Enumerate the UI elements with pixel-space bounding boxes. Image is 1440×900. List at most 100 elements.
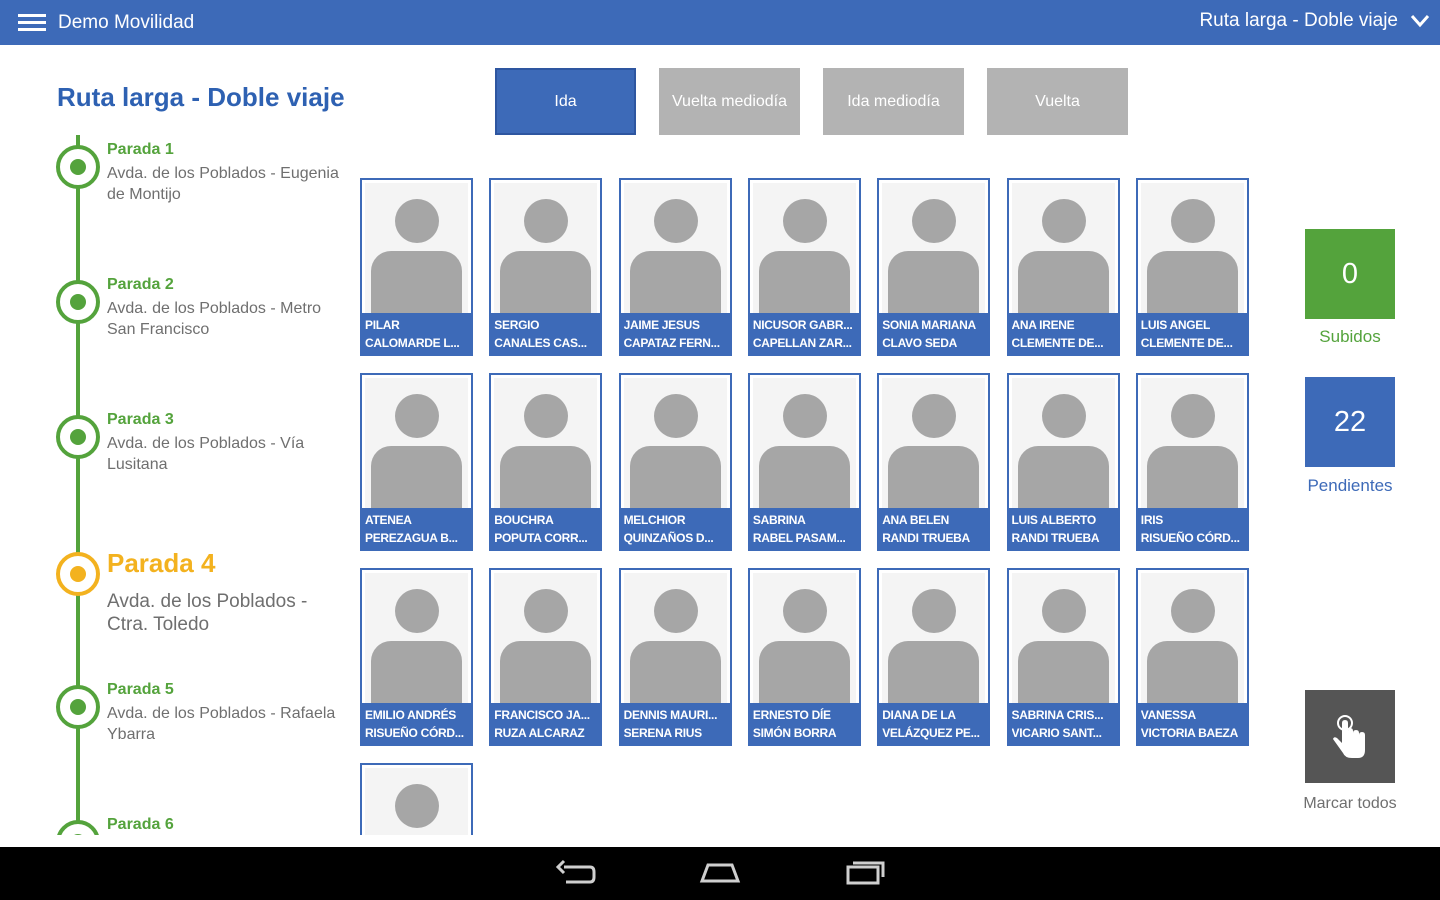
passenger-first-name: LUIS ANGEL — [1140, 318, 1211, 332]
passenger-first-name: ANA BELEN — [882, 513, 950, 527]
passenger-card[interactable]: ANA BELEN RANDI TRUEBA — [877, 373, 991, 551]
passenger-card[interactable]: MELCHIOR QUINZAÑOS D... — [618, 373, 732, 551]
app-bar: Demo Movilidad Ruta larga - Doble viaje — [0, 0, 1440, 45]
passenger-card[interactable]: FRANCISCO JA... RUZA ALCARAZ — [489, 568, 603, 746]
passenger-card[interactable]: LUIS ALBERTO RANDI TRUEBA — [1006, 373, 1120, 551]
passenger-card[interactable]: NICUSOR GABR... CAPELLAN ZAR... — [747, 178, 861, 356]
passenger-card[interactable]: EMILIO ANDRÉS RISUEÑO CÓRD... — [360, 568, 473, 746]
passenger-card[interactable]: ANA IRENE CLEMENTE DE... — [1006, 178, 1120, 356]
passenger-last-name: QUINZAÑOS D... — [623, 531, 714, 545]
passenger-card[interactable]: DENNIS MAURI... SERENA RIUS — [618, 568, 732, 746]
avatar-head — [912, 199, 957, 243]
back-icon[interactable] — [554, 857, 598, 889]
hand-pointer-icon — [1333, 714, 1365, 758]
avatar — [882, 378, 986, 508]
chevron-down-icon — [1410, 15, 1430, 28]
passenger-name: BOUCHRA POPUTA CORR... — [491, 508, 601, 549]
avatar-body — [758, 251, 850, 313]
passenger-first-name: IRIS — [1140, 513, 1163, 527]
passenger-last-name: RISUEÑO CÓRD... — [365, 726, 464, 740]
passenger-first-name: VANESSA — [1140, 708, 1196, 722]
stop-name: Parada 4 — [107, 548, 216, 578]
passenger-last-name: CAPELLAN ZAR... — [752, 336, 852, 350]
avatar-head — [782, 589, 827, 633]
passenger-first-name: SERGIO — [494, 318, 540, 332]
passenger-first-name: BOUCHRA — [494, 513, 554, 527]
avatar-body — [500, 251, 592, 313]
passenger-card[interactable]: DIANA DE LA VELÁZQUEZ PE... — [877, 568, 991, 746]
passenger-card[interactable]: IRIS RISUEÑO CÓRD... — [1135, 373, 1249, 551]
avatar — [365, 573, 468, 703]
avatar-body — [371, 641, 462, 703]
home-icon[interactable] — [698, 857, 742, 889]
avatar-head — [653, 589, 698, 633]
avatar-body — [371, 446, 462, 508]
stop-marker-icon — [56, 685, 100, 729]
passenger-last-name: CALOMARDE L... — [365, 336, 460, 350]
stop-name: Parada 2 — [107, 276, 174, 293]
avatar — [494, 183, 598, 313]
passenger-name: NICUSOR GABR... CAPELLAN ZAR... — [749, 313, 859, 354]
tab-vuelta-mediodia[interactable]: Vuelta mediodía — [659, 68, 800, 135]
passenger-card[interactable]: PILAR CALOMARDE L... — [360, 178, 473, 356]
passenger-name: PILAR CALOMARDE L... — [362, 313, 471, 354]
stop-address: Avda. de los Poblados - Vía Lusitana — [107, 435, 305, 473]
avatar — [1140, 183, 1244, 313]
passenger-card[interactable]: ATENEA PEREZAGUA B... — [360, 373, 473, 551]
passenger-card[interactable]: SABRINA CRIS... VICARIO SANT... — [1006, 568, 1120, 746]
route-selector[interactable]: Ruta larga - Doble viaje — [1199, 10, 1430, 32]
passenger-name: SERGIO CANALES CAS... — [491, 313, 601, 354]
avatar-head — [782, 394, 827, 438]
avatar-head — [782, 199, 827, 243]
passenger-last-name: RISUEÑO CÓRD... — [1140, 531, 1240, 545]
passenger-first-name: DIANA DE LA — [882, 708, 956, 722]
avatar — [365, 768, 468, 835]
passenger-card[interactable]: SABRINA RABEL PASAM... — [747, 373, 861, 551]
avatar-body — [629, 251, 721, 313]
avatar — [752, 183, 856, 313]
avatar — [1011, 378, 1115, 508]
tab-ida-mediodia[interactable]: Ida mediodía — [823, 68, 964, 135]
avatar — [623, 378, 727, 508]
stop-name: Parada 3 — [107, 411, 174, 428]
menu-icon[interactable] — [18, 14, 46, 32]
passenger-first-name: MELCHIOR — [623, 513, 686, 527]
avatar-head — [1170, 394, 1215, 438]
passenger-card[interactable]: ERNESTO DÍE SIMÓN BORRA — [747, 568, 861, 746]
avatar-body — [888, 446, 980, 508]
passenger-last-name: SIMÓN BORRA — [752, 726, 837, 740]
passenger-card[interactable]: LUIS ANGEL CLEMENTE DE... — [1135, 178, 1249, 356]
tab-ida[interactable]: Ida — [495, 68, 636, 135]
avatar-head — [1041, 589, 1086, 633]
avatar-head — [1170, 589, 1215, 633]
mark-all-button[interactable] — [1305, 690, 1395, 783]
avatar-head — [653, 394, 698, 438]
avatar-body — [629, 446, 721, 508]
recents-icon[interactable] — [844, 857, 888, 889]
avatar-body — [371, 251, 462, 313]
avatar — [752, 573, 856, 703]
stop-marker-icon — [56, 145, 100, 189]
avatar-head — [912, 394, 957, 438]
passenger-card[interactable]: SERGIO CANALES CAS... — [489, 178, 603, 356]
passenger-name: DENNIS MAURI... SERENA RIUS — [620, 703, 730, 744]
passenger-card[interactable]: SONIA MARIANA CLAVO SEDA — [877, 178, 991, 356]
passenger-card[interactable]: VANESSA VICTORIA BAEZA — [1135, 568, 1249, 746]
passenger-first-name: ATENEA — [365, 513, 412, 527]
passenger-name: VANESSA VICTORIA BAEZA — [1137, 703, 1247, 744]
passenger-card[interactable]: BOUCHRA POPUTA CORR... — [489, 373, 603, 551]
stop-name: Parada 6 — [107, 816, 174, 833]
passenger-card[interactable] — [360, 763, 473, 835]
tab-vuelta[interactable]: Vuelta — [987, 68, 1128, 135]
avatar-body — [1146, 251, 1238, 313]
trip-tabs: Ida Vuelta mediodía Ida mediodía Vuelta — [495, 68, 1128, 135]
avatar-head — [1041, 199, 1086, 243]
avatar-head — [524, 589, 569, 633]
passenger-name: SABRINA CRIS... VICARIO SANT... — [1008, 703, 1118, 744]
passenger-card[interactable]: JAIME JESUS CAPATAZ FERN... — [618, 178, 732, 356]
timeline-line — [76, 135, 80, 835]
system-nav-bar — [0, 847, 1440, 900]
passenger-first-name: DENNIS MAURI... — [623, 708, 718, 722]
avatar-body — [1146, 641, 1238, 703]
stop-name: Parada 5 — [107, 681, 174, 698]
